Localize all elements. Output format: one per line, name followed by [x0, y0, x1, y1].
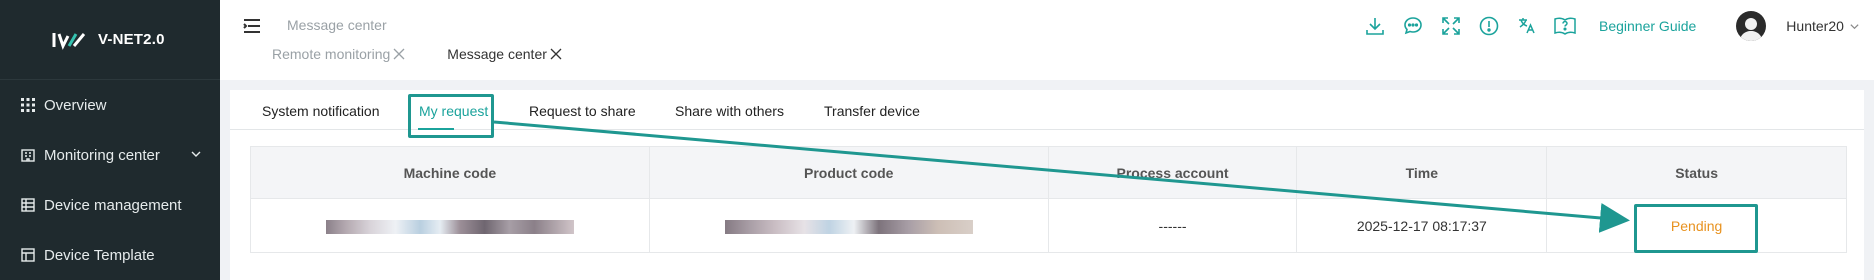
- highlight-status-cell: [1634, 204, 1758, 253]
- redacted-product-code: [724, 219, 973, 234]
- logo-mark-icon: [52, 30, 86, 50]
- sidebar-item-device-management[interactable]: Device management: [0, 180, 220, 230]
- column-header[interactable]: Status: [1546, 146, 1847, 199]
- sidebar-item-label: Device management: [44, 196, 182, 214]
- sidebar-item-label: Overview: [44, 96, 107, 114]
- username: Hunter20: [1786, 18, 1844, 34]
- sidebar-item-device-template[interactable]: Device Template: [0, 230, 220, 280]
- translate-icon[interactable]: [1515, 14, 1539, 38]
- menu-toggle-icon[interactable]: [242, 16, 262, 41]
- list-icon: [20, 197, 36, 213]
- building-icon: [20, 147, 36, 163]
- sidebar-item-overview[interactable]: Overview: [0, 80, 220, 130]
- sidebar-item-label: Device Template: [44, 246, 155, 264]
- sidebar-item-label: Monitoring center: [44, 146, 160, 164]
- app-logo[interactable]: V-NET2.0: [0, 0, 220, 80]
- fullscreen-icon[interactable]: [1439, 14, 1463, 38]
- tab-share-with-others[interactable]: Share with others: [675, 103, 784, 119]
- highlight-my-request-tab: [408, 94, 494, 138]
- user-menu[interactable]: Hunter20: [1786, 18, 1860, 34]
- page-tabs: Remote monitoring Message center: [272, 46, 604, 62]
- process-account-cell: ------: [1047, 198, 1298, 253]
- column-header[interactable]: Time: [1296, 146, 1548, 199]
- time-cell: 2025-12-17 08:17:37: [1296, 198, 1548, 253]
- page-tab-remote-monitoring[interactable]: Remote monitoring: [272, 46, 405, 62]
- column-header[interactable]: Product code: [648, 146, 1049, 199]
- breadcrumb: Message center: [287, 17, 387, 33]
- request-table: Machine code Product code Process accoun…: [250, 146, 1847, 253]
- top-bar: Message center Remote monitoring Message…: [220, 0, 1874, 80]
- table-row[interactable]: ------ 2025-12-17 08:17:37 Pending: [250, 198, 1847, 253]
- column-header[interactable]: Machine code: [250, 146, 650, 199]
- redacted-machine-code: [325, 219, 574, 234]
- machine-code-cell: [250, 198, 650, 253]
- beginner-guide-link[interactable]: Beginner Guide: [1599, 18, 1696, 34]
- tab-request-to-share[interactable]: Request to share: [529, 103, 636, 119]
- avatar[interactable]: [1736, 11, 1767, 41]
- product-code-cell: [648, 198, 1049, 253]
- tab-system-notification[interactable]: System notification: [262, 103, 380, 119]
- close-icon[interactable]: [393, 48, 405, 60]
- header-tools: Beginner Guide Hunter20: [1363, 11, 1860, 41]
- column-header[interactable]: Process account: [1047, 146, 1298, 199]
- grid-icon: [20, 97, 36, 113]
- page-tab-label: Remote monitoring: [272, 46, 391, 62]
- download-icon[interactable]: [1363, 14, 1387, 38]
- page-tab-label: Message center: [447, 46, 547, 62]
- template-icon: [20, 247, 36, 263]
- help-book-icon[interactable]: [1553, 14, 1577, 38]
- sidebar-item-monitoring-center[interactable]: Monitoring center: [0, 130, 220, 180]
- page-tab-message-center[interactable]: Message center: [447, 46, 562, 62]
- info-icon[interactable]: [1477, 14, 1501, 38]
- close-icon[interactable]: [550, 48, 562, 60]
- sidebar: V-NET2.0 Overview Monitoring center Devi…: [0, 0, 220, 280]
- app-name: V-NET2.0: [98, 31, 165, 48]
- tab-transfer-device[interactable]: Transfer device: [824, 103, 920, 119]
- chevron-down-icon[interactable]: [190, 147, 202, 164]
- table-header-row: Machine code Product code Process accoun…: [250, 146, 1847, 199]
- chevron-down-icon: [1849, 21, 1860, 32]
- chat-icon[interactable]: [1401, 14, 1425, 38]
